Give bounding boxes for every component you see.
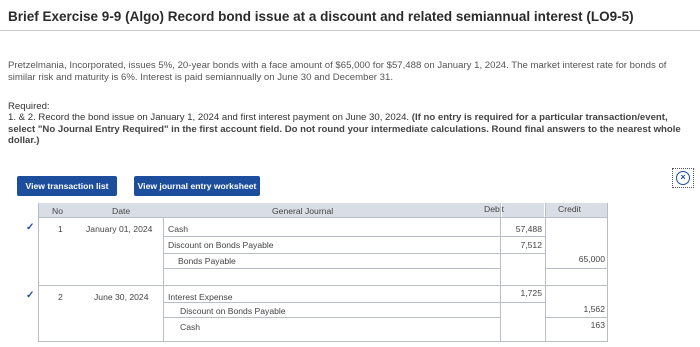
column-header-date: Date [112,206,131,216]
title-divider [0,30,700,31]
credit-field[interactable]: 1,562 [548,304,605,314]
entry-date: June 30, 2024 [94,292,149,302]
page-title: Brief Exercise 9-9 (Algo) Record bond is… [8,9,634,24]
required-section: 1. & 2. Record the bond issue on January… [8,112,694,147]
required-text: 1. & 2. Record the bond issue on January… [8,112,410,123]
debit-field[interactable]: 1,725 [502,288,542,298]
journal-header-left [38,203,500,217]
column-header-debit: Debit [484,204,505,214]
entry-number: 2 [58,292,63,302]
close-icon[interactable]: × [672,168,694,188]
check-icon: ✓ [26,222,35,233]
problem-statement: Pretzelmania, Incorporated, issues 5%, 2… [8,60,667,83]
account-field[interactable]: Discount on Bonds Payable [180,306,286,316]
debit-field[interactable]: 7,512 [502,240,542,250]
journal-header-debit [502,203,544,217]
debit-field[interactable]: 57,488 [502,224,542,234]
view-transaction-list-button[interactable]: View transaction list [17,176,117,196]
column-header-general-journal: General Journal [272,206,334,216]
column-header-no: No [52,206,63,216]
entry-date: January 01, 2024 [86,224,153,234]
view-journal-entry-worksheet-button[interactable]: View journal entry worksheet [134,176,260,196]
account-field[interactable]: Discount on Bonds Payable [168,240,274,250]
credit-field[interactable]: 65,000 [548,254,605,264]
account-field[interactable]: Bonds Payable [178,256,236,266]
account-field[interactable]: Cash [180,322,200,332]
entry-number: 1 [58,224,63,234]
account-field[interactable]: Interest Expense [168,292,233,302]
column-header-credit: Credit [558,204,581,214]
account-field[interactable]: Cash [168,224,188,234]
credit-field[interactable]: 163 [548,320,605,330]
required-heading: Required: [8,101,50,112]
check-icon: ✓ [26,290,35,301]
